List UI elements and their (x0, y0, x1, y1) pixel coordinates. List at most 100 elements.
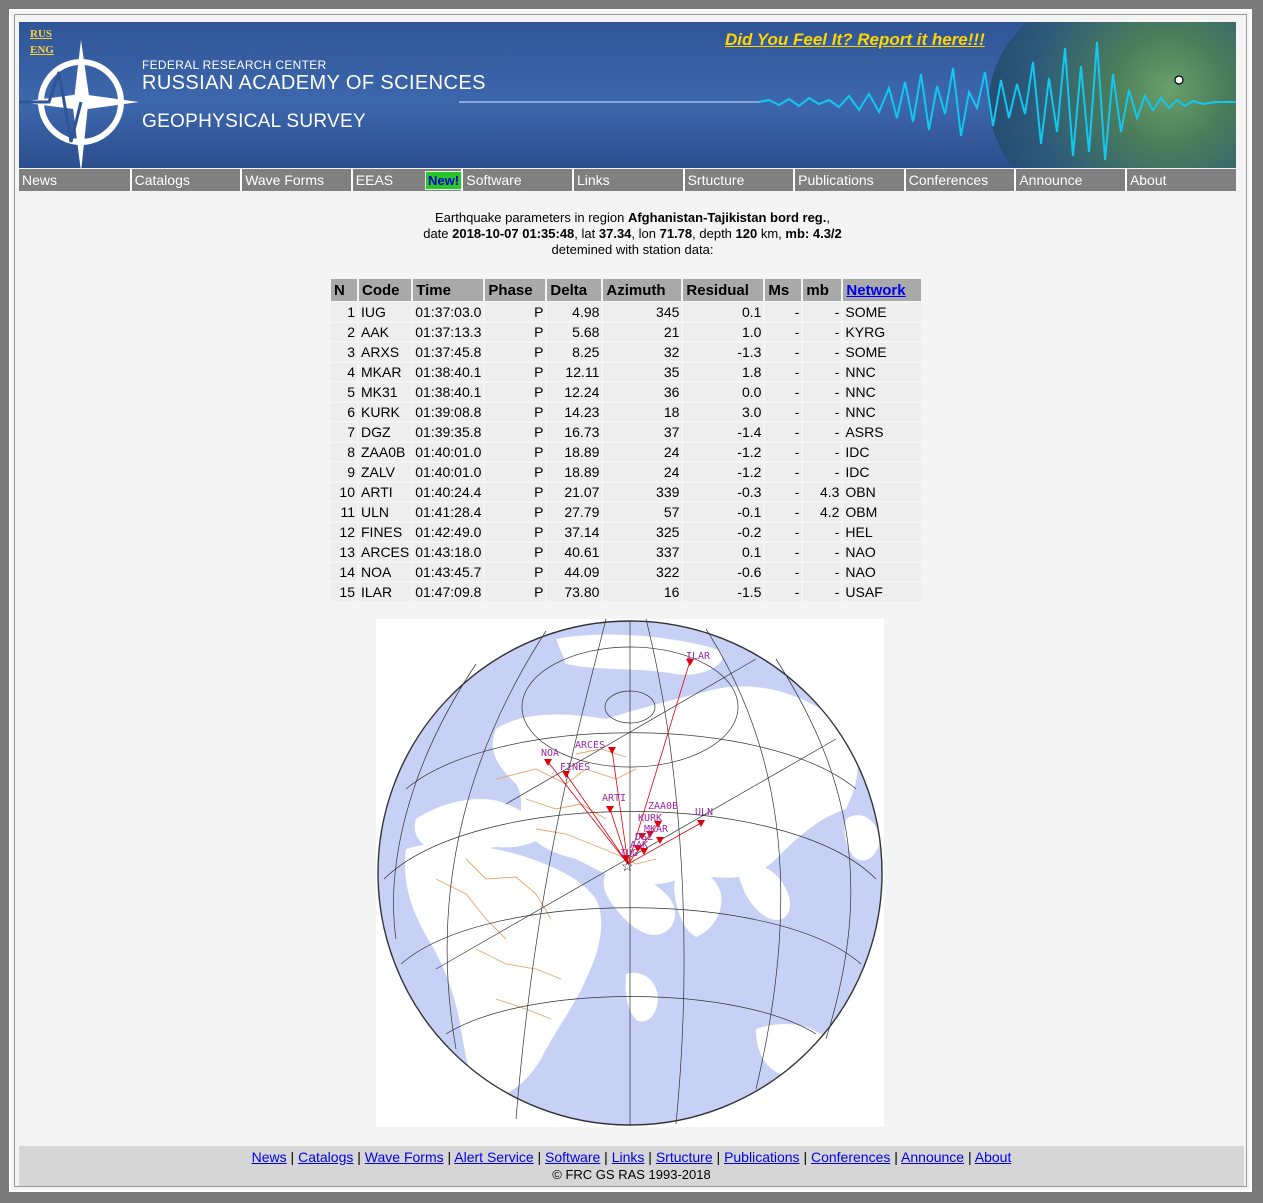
table-cell: 01:43:18.0 (413, 543, 484, 561)
table-cell: 1.0 (683, 323, 764, 341)
table-cell: -0.3 (683, 483, 764, 501)
menu-announce[interactable]: Announce (1014, 169, 1125, 191)
col-delta: Delta (547, 279, 602, 301)
footer-link-links[interactable]: Links (612, 1149, 645, 1165)
footer-link-wave-forms[interactable]: Wave Forms (365, 1149, 444, 1165)
seismogram-banner (459, 41, 1236, 161)
table-cell: - (765, 543, 802, 561)
table-cell: KURK (359, 403, 412, 421)
table-cell: 01:42:49.0 (413, 523, 484, 541)
table-cell: - (803, 563, 842, 581)
table-cell: 01:43:45.7 (413, 563, 484, 581)
table-cell: 73.80 (547, 583, 602, 601)
table-cell: - (765, 403, 802, 421)
epicenter-star-icon: ☆ (621, 858, 634, 874)
table-cell: - (765, 343, 802, 361)
mb-value: mb: 4.3/2 (785, 226, 842, 241)
menu-publications[interactable]: Publications (793, 169, 904, 191)
table-cell: 3.0 (683, 403, 764, 421)
table-cell: - (803, 303, 842, 321)
table-cell: 5.68 (547, 323, 602, 341)
table-cell: 01:47:09.8 (413, 583, 484, 601)
col-time: Time (413, 279, 484, 301)
table-cell: 4.2 (803, 503, 842, 521)
footer-link-alert-service[interactable]: Alert Service (454, 1149, 533, 1165)
table-cell: -0.1 (683, 503, 764, 521)
footer-links: News | Catalogs | Wave Forms | Alert Ser… (251, 1149, 1012, 1165)
menu-conferences[interactable]: Conferences (903, 169, 1015, 191)
table-cell: - (765, 563, 802, 581)
menu-wave-forms[interactable]: Wave Forms (240, 169, 351, 191)
table-cell: ARXS (359, 343, 412, 361)
table-row: 9 ZALV 01:40:01.0 P 18.89 24 -1.2- - IDC (331, 463, 922, 481)
table-cell: IDC (843, 463, 922, 481)
table-cell: - (765, 463, 802, 481)
menu-about[interactable]: About (1124, 169, 1236, 191)
table-cell: -1.5 (683, 583, 764, 601)
table-row: 6 KURK 01:39:08.8 P 14.23 18 3.0- - NNC (331, 403, 922, 421)
menu-catalogs[interactable]: Catalogs (129, 169, 241, 191)
table-cell: 01:40:01.0 (413, 443, 484, 461)
footer-link-structure[interactable]: Srtucture (656, 1149, 713, 1165)
table-cell: 13 (331, 543, 357, 561)
map-label-noa: NOA (541, 748, 559, 759)
report-felt-link[interactable]: Did You Feel It? Report it here!!! (725, 30, 985, 50)
table-cell: 37 (603, 423, 682, 441)
menu-news[interactable]: News (19, 169, 130, 191)
table-header-row: N Code Time Phase Delta Azimuth Residual… (331, 279, 922, 301)
footer: News | Catalogs | Wave Forms | Alert Ser… (19, 1146, 1244, 1186)
footer-link-announce[interactable]: Announce (901, 1149, 964, 1165)
lat-value: 37.34 (598, 226, 632, 241)
table-cell: 9 (331, 463, 357, 481)
footer-link-catalogs[interactable]: Catalogs (298, 1149, 353, 1165)
lon-value: 71.78 (659, 226, 693, 241)
main-menu: News Catalogs Wave Forms EEAS Software L… (19, 169, 1236, 191)
table-cell: -1.2 (683, 463, 764, 481)
table-cell: - (765, 423, 802, 441)
table-cell: 322 (603, 563, 682, 581)
table-cell: 44.09 (547, 563, 602, 581)
table-row: 3 ARXS 01:37:45.8 P 8.25 32 -1.3- - SOME (331, 343, 922, 361)
table-cell: 16 (603, 583, 682, 601)
table-row: 15 ILAR 01:47:09.8 P 73.80 16 -1.5- - USAF (331, 583, 922, 601)
table-cell: - (803, 383, 842, 401)
table-row: 1 IUG 01:37:03.0 P 4.98 345 0.1- - SOME (331, 303, 922, 321)
table-cell: 36 (603, 383, 682, 401)
station-rows: 1 IUG 01:37:03.0 P 4.98 345 0.1- - SOME 2 AAK 01:37… (331, 303, 922, 601)
footer-link-news[interactable]: News (252, 1149, 287, 1165)
table-cell: MK31 (359, 383, 412, 401)
col-azimuth: Azimuth (603, 279, 682, 301)
table-cell: 40.61 (547, 543, 602, 561)
col-n: N (331, 279, 357, 301)
col-residual: Residual (683, 279, 764, 301)
table-cell: P (485, 483, 546, 501)
event-line-2: date 2018-10-07 01:35:48, lat 37.34, lon… (11, 226, 1254, 242)
table-cell: MKAR (359, 363, 412, 381)
footer-link-conferences[interactable]: Conferences (811, 1149, 890, 1165)
col-phase: Phase (485, 279, 546, 301)
table-cell: - (803, 443, 842, 461)
footer-link-software[interactable]: Software (545, 1149, 600, 1165)
table-cell: 10 (331, 483, 357, 501)
map-label-ilar: ILAR (686, 651, 711, 662)
table-cell: - (803, 543, 842, 561)
lon-label: , lon (631, 226, 660, 241)
menu-software[interactable]: Software (461, 169, 572, 191)
footer-link-about[interactable]: About (975, 1149, 1012, 1165)
table-cell: NNC (843, 403, 922, 421)
table-cell: - (803, 323, 842, 341)
table-cell: 35 (603, 363, 682, 381)
table-row: 12 FINES 01:42:49.0 P 37.14 325 -0.2- - HEL (331, 523, 922, 541)
network-header-link[interactable]: Network (846, 282, 905, 299)
table-cell: OBN (843, 483, 922, 501)
table-cell: HEL (843, 523, 922, 541)
new-badge[interactable]: New! (425, 171, 463, 190)
menu-links[interactable]: Links (571, 169, 683, 191)
depth-label: , depth (692, 226, 736, 241)
table-cell: 2 (331, 323, 357, 341)
menu-structure[interactable]: Srtucture (682, 169, 794, 191)
footer-link-publications[interactable]: Publications (724, 1149, 800, 1165)
table-cell: P (485, 303, 546, 321)
map-label-zaa0b: ZAA0B (648, 801, 678, 812)
table-cell: SOME (843, 343, 922, 361)
